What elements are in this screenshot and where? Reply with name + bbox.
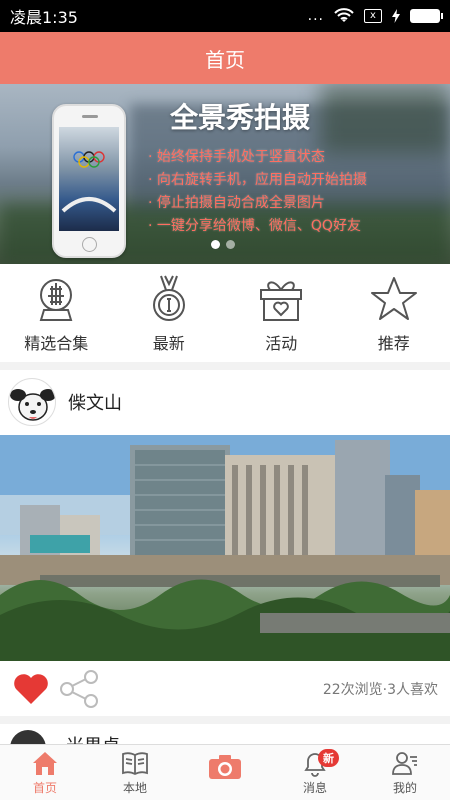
carousel-dot[interactable] [226, 240, 235, 249]
category-label: 推荐 [377, 334, 410, 353]
status-bar: 凌晨1:35 ... x [0, 0, 450, 32]
tab-label: 我的 [392, 781, 417, 795]
app-header: 首页 [0, 32, 450, 84]
snow-globe-icon [39, 279, 73, 321]
banner-instructions: · 始终保持手机处于竖直状态 · 向右旋转手机，应用自动开始拍摄 · 停止拍摄自… [148, 146, 367, 238]
more-indicator-icon: ... [307, 8, 324, 24]
banner-line: · 一键分享给微博、微信、QQ好友 [148, 218, 361, 234]
category-events[interactable]: 活动 [225, 264, 338, 362]
banner-line: · 始终保持手机处于竖直状态 [148, 149, 325, 165]
carousel-dot-active[interactable] [211, 240, 220, 249]
share-icon[interactable] [58, 669, 102, 709]
battery-icon [410, 9, 443, 23]
author-name[interactable]: 偨文山 [68, 389, 122, 415]
avatar[interactable] [8, 378, 56, 426]
banner-title: 全景秀拍摄 [170, 101, 311, 134]
post-card[interactable]: 偨文山 22次浏览·3人喜欢 [0, 370, 450, 716]
new-badge: 新 [318, 749, 339, 767]
page-title: 首页 [205, 47, 245, 72]
category-latest[interactable]: 最新 [113, 264, 226, 362]
banner-line: · 向右旋转手机，应用自动开始拍摄 [148, 172, 367, 188]
wifi-icon [334, 8, 354, 22]
tab-local[interactable]: 本地 [90, 745, 180, 800]
tab-label: 消息 [302, 781, 327, 795]
medal-icon [152, 275, 185, 321]
olympic-rings-icon [61, 151, 117, 213]
star-icon [370, 277, 417, 320]
profile-icon [392, 752, 417, 775]
status-icons: ... x [307, 8, 443, 24]
no-sim-icon: x [364, 9, 382, 23]
category-label: 最新 [152, 334, 185, 353]
phone-speaker [82, 115, 98, 118]
category-label: 精选合集 [24, 334, 89, 353]
tab-profile[interactable]: 我的 [360, 745, 450, 800]
panorama-photo[interactable] [0, 435, 450, 661]
tab-camera[interactable] [180, 745, 270, 800]
post-stats: 22次浏览·3人喜欢 [322, 681, 438, 698]
category-label: 活动 [265, 334, 298, 353]
gift-icon [260, 281, 303, 321]
heart-icon[interactable] [12, 672, 50, 706]
banner-carousel[interactable]: 全景秀拍摄 · 始终保持手机处于竖直状态 · 向右旋转手机，应用自动开始拍摄 ·… [0, 84, 450, 264]
post-actions: 22次浏览·3人喜欢 [0, 661, 450, 716]
carousel-indicator [211, 240, 235, 249]
bottom-tab-bar: 首页 本地 新 消息 我的 [0, 744, 450, 800]
phone-home-button [82, 237, 97, 252]
dog-avatar-icon [10, 389, 55, 421]
tab-label: 本地 [122, 781, 147, 795]
category-recommended[interactable]: 推荐 [338, 264, 450, 362]
banner-background-trees [320, 84, 450, 154]
status-time: 凌晨1:35 [10, 8, 78, 27]
panorama-image [0, 435, 450, 661]
camera-icon [209, 755, 241, 779]
post-header: 偨文山 [0, 370, 450, 434]
category-row: 精选合集 最新 活动 推荐 [0, 264, 450, 362]
charging-icon [392, 9, 400, 23]
book-icon [122, 752, 148, 776]
home-icon [33, 752, 57, 775]
tab-label: 首页 [32, 781, 57, 795]
phone-illustration [52, 104, 126, 258]
banner-line: · 停止拍摄自动合成全景图片 [148, 195, 325, 211]
tab-messages[interactable]: 新 消息 [270, 745, 360, 800]
tab-home[interactable]: 首页 [0, 745, 90, 800]
category-featured[interactable]: 精选合集 [0, 264, 113, 362]
phone-screen [59, 127, 119, 231]
